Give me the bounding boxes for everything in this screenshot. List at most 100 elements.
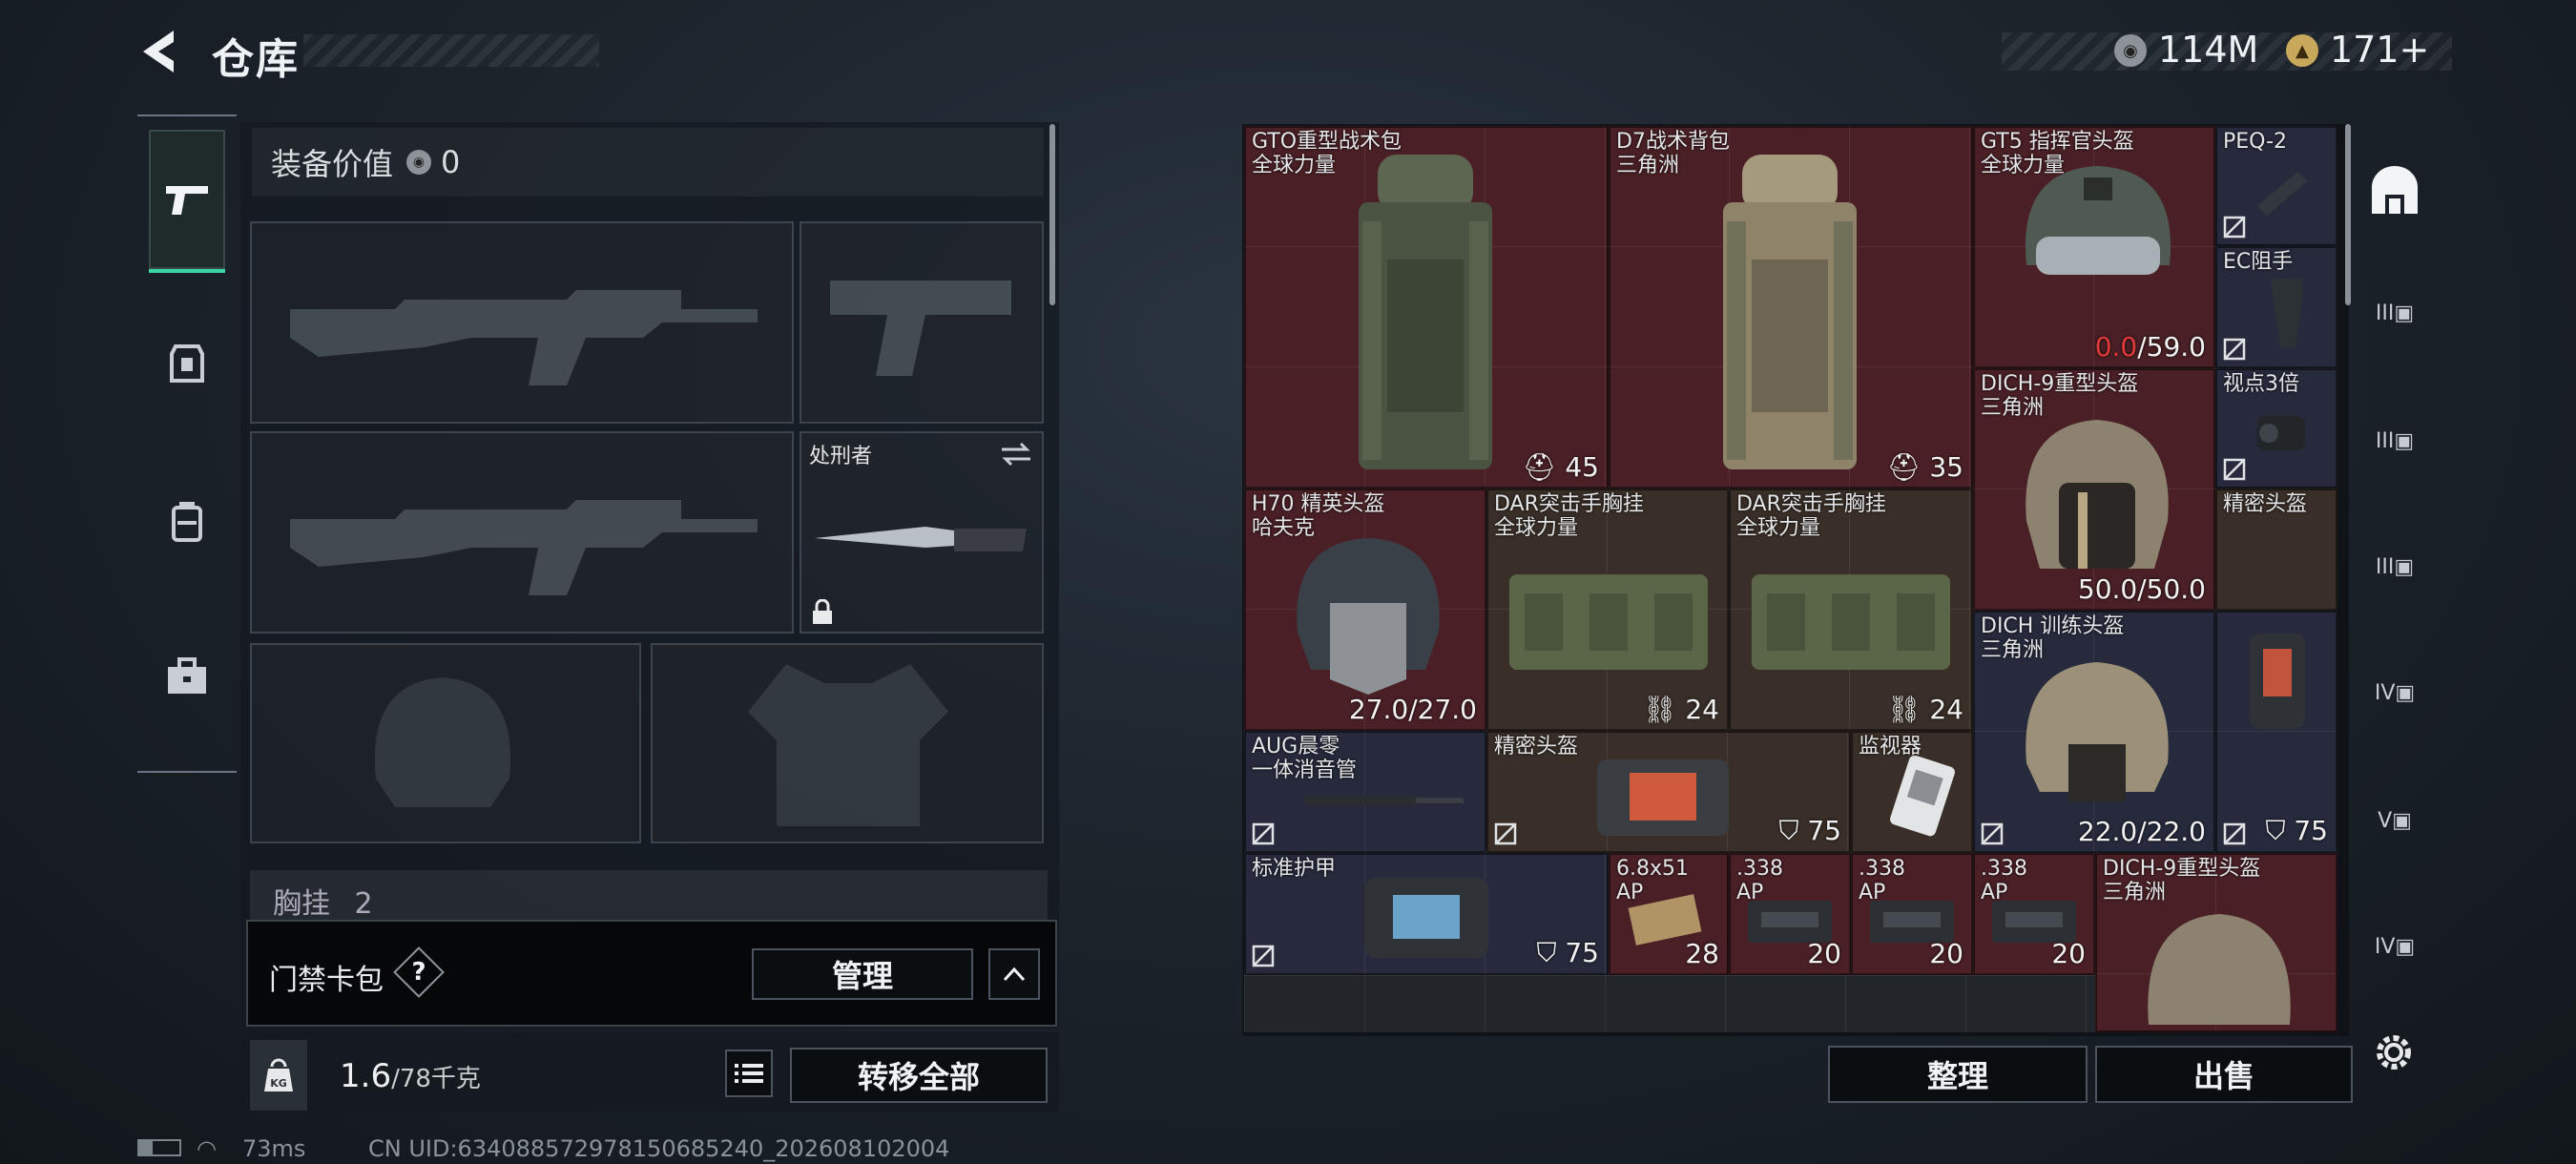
scope-icon: [2257, 416, 2305, 450]
transfer-all-button[interactable]: 转移全部: [790, 1048, 1048, 1103]
left-scrollbar[interactable]: [1049, 124, 1055, 305]
storage-item[interactable]: EC阻手: [2215, 246, 2337, 368]
warehouse-icon: [2372, 166, 2418, 214]
storage-item[interactable]: .338 AP 20: [1851, 853, 1973, 975]
tab-storage-3[interactable]: III ▣: [2360, 532, 2429, 601]
weight-current: 1.6: [340, 1057, 392, 1095]
no-insurance-icon: [1981, 822, 2004, 845]
item-name: DICH-9重型头盔 三角洲: [2103, 857, 2261, 904]
item-name: AUG晨零 一体消音管: [1252, 735, 1358, 782]
body-armor-slot[interactable]: [651, 643, 1044, 843]
rifle-silhouette-icon: [290, 500, 758, 595]
tab-storage-1[interactable]: III ▣: [2360, 279, 2429, 347]
storage-item[interactable]: 6.8x51 AP 28: [1609, 853, 1729, 975]
item-name: GTO重型战术包 全球力量: [1252, 130, 1402, 177]
item-name: GT5 指挥官头盔 全球力量: [1981, 130, 2134, 177]
wifi-icon: ◠: [197, 1135, 217, 1162]
weight-max: /78千克: [391, 1065, 481, 1093]
helmet-slot[interactable]: [250, 643, 641, 843]
laser-module-icon: [2257, 172, 2307, 216]
storage-item[interactable]: 精密头盔: [2215, 488, 2337, 611]
primary-weapon-slot[interactable]: [250, 221, 794, 424]
storage-item[interactable]: DICH-9重型头盔 三角洲 50.0/50.0: [1973, 368, 2215, 611]
item-name: EC阻手: [2223, 250, 2294, 274]
armor-silhouette-icon: [748, 664, 948, 826]
storage-item[interactable]: 精密头盔 ⛉ 75: [1486, 731, 1851, 853]
item-value: ⛉ 75: [2265, 815, 2328, 846]
no-insurance-icon: [2223, 338, 2246, 361]
storage-item[interactable]: ⛉ 75: [2215, 611, 2337, 853]
armor-icon: [170, 344, 204, 383]
storage-item[interactable]: DICH 训练头盔 三角洲 22.0/22.0: [1973, 611, 2215, 853]
tab-storage-5[interactable]: V ▣: [2360, 786, 2429, 855]
helmet-icon: [1297, 538, 1440, 695]
weight-icon: KG: [250, 1040, 307, 1111]
swap-icon[interactable]: [1000, 441, 1032, 468]
storage-item[interactable]: DAR突击手胸挂 全球力量 ⛓ 24: [1486, 488, 1729, 731]
storage-item[interactable]: 监视器: [1851, 731, 1973, 853]
pistol-slot[interactable]: [800, 221, 1044, 424]
tab-backpack[interactable]: [149, 450, 225, 593]
settings-gear-icon[interactable]: [2370, 1029, 2418, 1080]
storage-item[interactable]: .338 AP 20: [1973, 853, 2095, 975]
no-insurance-icon: [2223, 216, 2246, 239]
sell-button[interactable]: 出售: [2095, 1046, 2353, 1103]
lock-icon: [813, 599, 832, 624]
no-insurance-icon: [1252, 822, 1275, 845]
storage-item[interactable]: AUG晨零 一体消音管: [1244, 731, 1486, 853]
storage-item[interactable]: DICH-9重型头盔 三角洲: [2095, 853, 2337, 1032]
no-insurance-icon: [1494, 822, 1517, 845]
no-insurance-icon: [2223, 822, 2246, 845]
collapse-button[interactable]: [988, 948, 1040, 1000]
tab-case[interactable]: [149, 605, 225, 748]
sort-button[interactable]: 整理: [1828, 1046, 2088, 1103]
ping-text: 73ms: [242, 1135, 306, 1162]
backpack-icon: [172, 502, 202, 542]
empty-storage-row[interactable]: [1244, 975, 2095, 1032]
no-insurance-icon: [2223, 458, 2246, 481]
item-value: 50.0/50.0: [2077, 573, 2206, 605]
currency-gold[interactable]: 171+: [2330, 29, 2429, 71]
manage-button[interactable]: 管理: [752, 948, 973, 1000]
storage-scrollbar[interactable]: [2345, 124, 2351, 305]
item-name: 精密头盔: [2223, 492, 2308, 516]
item-name: DAR突击手胸挂 全球力量: [1494, 492, 1644, 540]
chest-rig-slot[interactable]: 胸挂 2: [250, 870, 1048, 920]
item-name: D7战术背包 三角洲: [1616, 130, 1730, 177]
tab-weapons[interactable]: [149, 130, 225, 273]
storage-item[interactable]: 视点3倍: [2215, 368, 2337, 488]
item-name: 精密头盔: [1494, 735, 1579, 759]
storage-item[interactable]: 标准护甲 ⛉ 75: [1244, 853, 1609, 975]
helmet-icon: [2025, 662, 2169, 801]
tab-armor[interactable]: [149, 292, 225, 435]
knife-icon: [815, 527, 1027, 551]
storage-grid: GTO重型战术包 全球力量 ⛑ 45 D7战术背包 三角洲 ⛑ 35 GT5 指…: [1244, 126, 2337, 1032]
storage-item[interactable]: DAR突击手胸挂 全球力量 ⛓ 24: [1729, 488, 1973, 731]
tab-storage-2[interactable]: III ▣: [2360, 406, 2429, 475]
helmet-icon: [2025, 420, 2169, 569]
no-insurance-icon: [1252, 945, 1275, 967]
chest-rig-icon: [1752, 574, 1950, 670]
storage-item[interactable]: GTO重型战术包 全球力量 ⛑ 45: [1244, 126, 1609, 488]
storage-item[interactable]: H70 精英头盔 哈夫克 27.0/27.0: [1244, 488, 1486, 731]
tab-storage-main[interactable]: [2360, 156, 2429, 225]
back-arrow-icon[interactable]: [134, 23, 191, 80]
grip-icon: [2271, 279, 2303, 347]
suppressor-icon: [1305, 796, 1464, 805]
tab-storage-4[interactable]: IV ▣: [2360, 658, 2429, 727]
storage-item[interactable]: D7战术背包 三角洲 ⛑ 35: [1609, 126, 1973, 488]
storage-item[interactable]: GT5 指挥官头盔 全球力量 0.0/59.0: [1973, 126, 2215, 368]
item-name: DICH 训练头盔 三角洲: [1981, 614, 2125, 662]
melee-slot[interactable]: 处刑者: [800, 431, 1044, 634]
storage-item[interactable]: PEQ-2: [2215, 126, 2337, 246]
item-name: 6.8x51 AP: [1616, 857, 1690, 904]
item-value: ⛑ 35: [1886, 451, 1963, 483]
tab-storage-6[interactable]: IV ▣: [2360, 912, 2429, 981]
storage-item[interactable]: .338 AP 20: [1729, 853, 1851, 975]
bag-icon: [1597, 759, 1729, 836]
list-view-button[interactable]: [725, 1050, 773, 1097]
gold-coin-icon: ▲: [2286, 34, 2318, 67]
secondary-weapon-slot[interactable]: [250, 431, 794, 634]
equipment-value-bar: 装备价值 ◉ 0: [252, 128, 1044, 197]
armor-plate-icon: [2250, 634, 2305, 729]
